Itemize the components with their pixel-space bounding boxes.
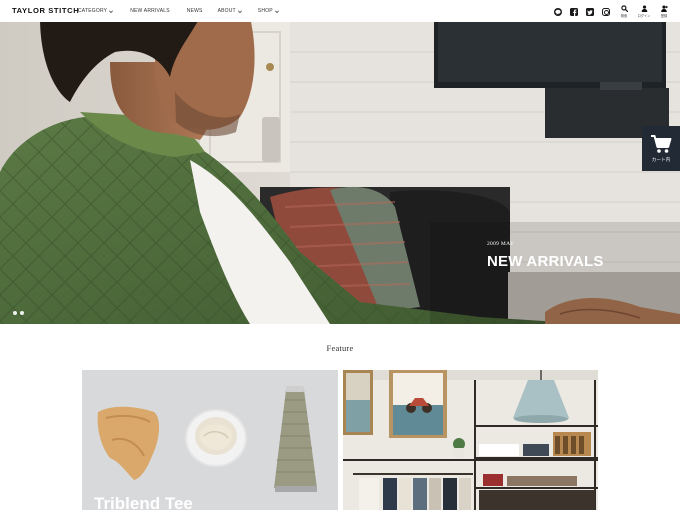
nav-item-label: NEW ARRIVALS (130, 8, 170, 14)
feature-card[interactable] (343, 370, 598, 510)
brand-logo[interactable]: TAYLOR STITCH (12, 6, 79, 15)
facebook-icon[interactable] (570, 8, 578, 16)
feature-card-label: Triblend Tee (94, 494, 193, 510)
hero-title[interactable]: NEW ARRIVALS (487, 253, 604, 270)
nav-item-shop[interactable]: SHOP (258, 8, 279, 14)
nav-item-label: SHOP (257, 8, 273, 14)
register-label: 登録 (660, 14, 668, 18)
hero-image (0, 22, 680, 324)
nav-item-label: CATEGORY (78, 8, 108, 14)
nav-item-label: NEWS (186, 8, 203, 14)
twitter-icon[interactable] (586, 8, 594, 16)
line-icon[interactable] (554, 8, 562, 16)
slider-dot[interactable] (13, 311, 17, 315)
cart-tab[interactable]: カート内 (642, 126, 680, 171)
login-label: ログイン (637, 14, 651, 18)
register-link[interactable]: 登録 (658, 5, 670, 18)
nav-item-new-arrivals[interactable]: NEW ARRIVALS (130, 8, 170, 14)
search-link[interactable]: 検索 (618, 5, 630, 18)
section-title: Feature (326, 343, 354, 353)
hero-slider[interactable]: 2009 MAY NEW ARRIVALS (0, 22, 680, 324)
slider-dot[interactable] (20, 311, 24, 315)
main-nav: CATEGORY NEW ARRIVALS NEWS ABOUT SHOP (78, 8, 279, 14)
nav-item-news[interactable]: NEWS (187, 8, 203, 14)
chevron-down-icon (274, 8, 279, 13)
slider-dots (13, 311, 27, 315)
chevron-down-icon (109, 8, 114, 13)
feature-image (82, 370, 338, 510)
login-link[interactable]: ログイン (636, 5, 652, 18)
nav-item-about[interactable]: ABOUT (218, 8, 242, 14)
cart-label: カート内 (651, 157, 671, 162)
nav-item-category[interactable]: CATEGORY (78, 8, 114, 14)
add-user-icon (660, 5, 668, 12)
hero-date: 2009 MAY (487, 241, 515, 247)
search-label: 検索 (620, 14, 628, 18)
search-icon (620, 5, 628, 12)
feature-card[interactable]: Triblend Tee (82, 370, 338, 510)
header-icons: 検索 ログイン 登録 (554, 5, 670, 18)
feature-image (343, 370, 598, 510)
user-icon (641, 5, 647, 12)
chevron-down-icon (237, 8, 242, 13)
site-header: TAYLOR STITCH CATEGORY NEW ARRIVALS NEWS… (0, 0, 680, 22)
instagram-icon[interactable] (602, 8, 610, 16)
cart-icon (651, 135, 672, 153)
nav-item-label: ABOUT (217, 8, 236, 14)
